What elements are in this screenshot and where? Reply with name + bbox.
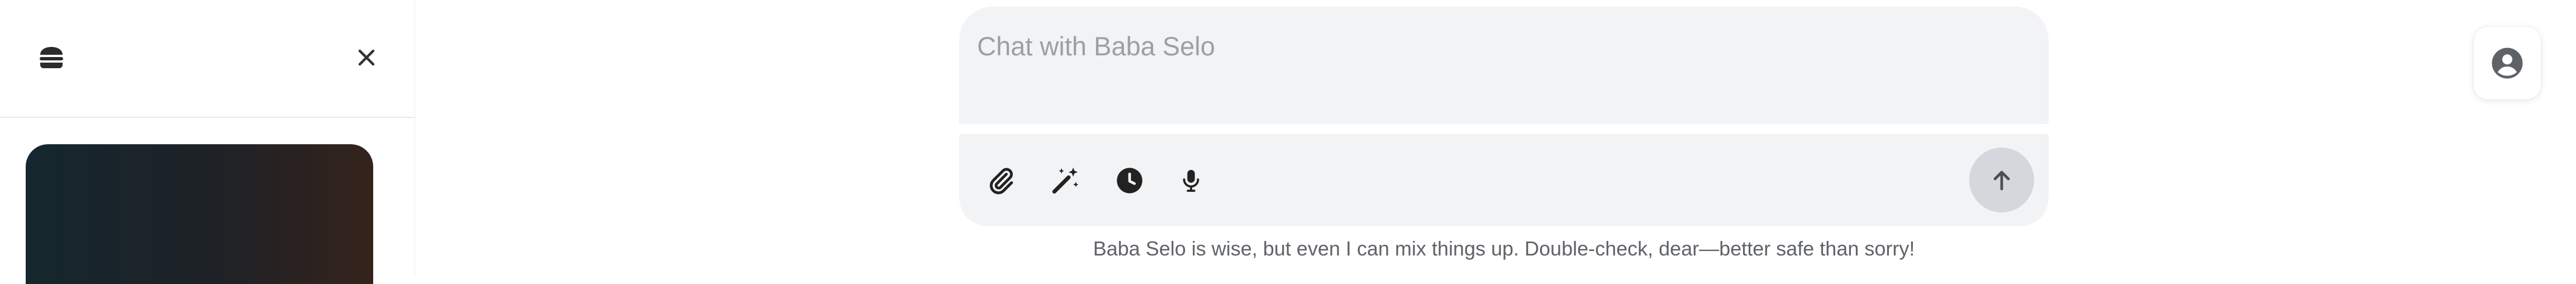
close-icon — [358, 49, 375, 66]
menu-button[interactable] — [34, 44, 69, 72]
attach-button[interactable] — [982, 161, 1021, 200]
sidebar — [0, 0, 415, 284]
magic-button[interactable] — [1046, 161, 1085, 200]
paperclip-icon — [989, 168, 1013, 195]
clock-icon — [1117, 168, 1142, 193]
history-button[interactable] — [1110, 161, 1149, 200]
account-button[interactable] — [2474, 27, 2541, 100]
close-sidebar-button[interactable] — [349, 44, 384, 72]
burger-icon — [40, 47, 63, 68]
send-button[interactable] — [1969, 148, 2034, 212]
magic-wand-icon — [1052, 167, 1079, 194]
arrow-up-icon — [1993, 171, 2010, 191]
sidebar-header — [0, 0, 415, 118]
microphone-button[interactable] — [1172, 161, 1211, 200]
sidebar-card[interactable] — [26, 144, 373, 284]
composer-toolbar — [959, 134, 2049, 226]
user-circle-icon — [2492, 48, 2523, 79]
microphone-icon — [1183, 169, 1199, 192]
disclaimer-text: Baba Selo is wise, but even I can mix th… — [1093, 237, 1915, 260]
chat-input[interactable] — [977, 23, 2011, 68]
chat-composer — [959, 7, 2049, 124]
